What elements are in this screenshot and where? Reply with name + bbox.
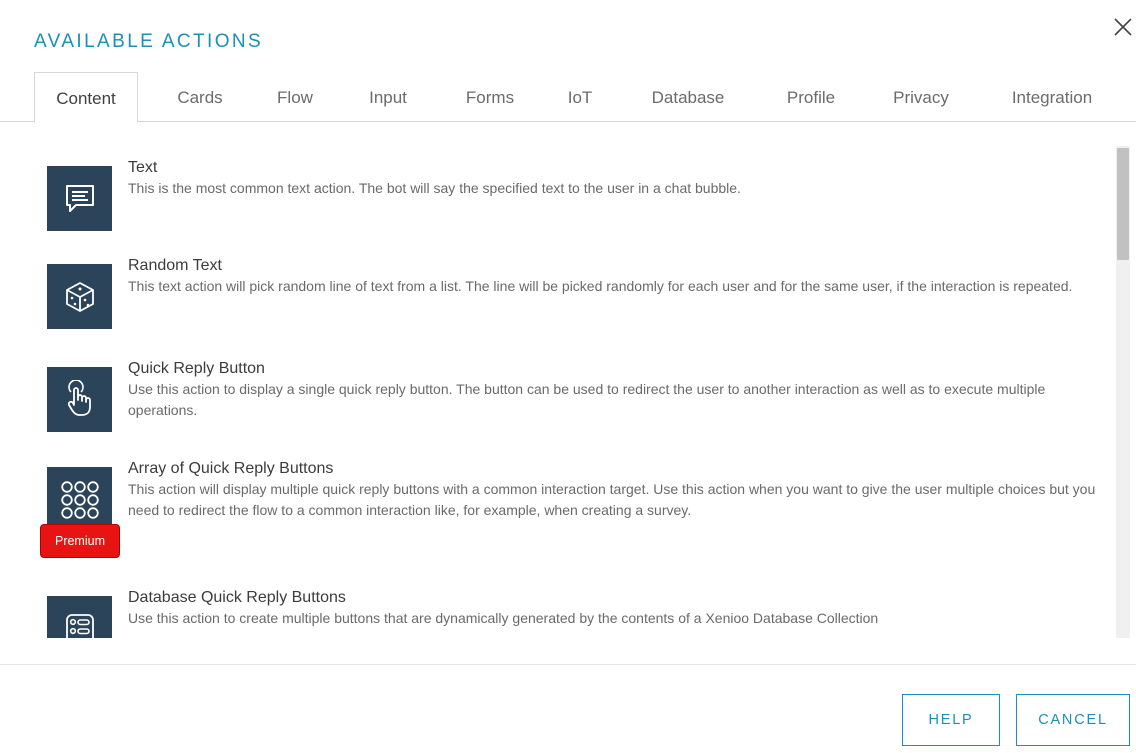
action-description: This action will display multiple quick … bbox=[128, 481, 1096, 518]
action-description: Use this action to create multiple butto… bbox=[128, 610, 879, 626]
chat-bubble-text-icon bbox=[47, 166, 112, 231]
database-buttons-icon bbox=[47, 596, 112, 638]
cancel-button[interactable]: CANCEL bbox=[1016, 694, 1130, 746]
tab-bar: Content Cards Flow Input Forms IoT Datab… bbox=[0, 72, 1136, 123]
premium-badge: Premium bbox=[40, 524, 120, 558]
tab-integration[interactable]: Integration bbox=[990, 72, 1114, 122]
tap-hand-icon bbox=[47, 367, 112, 432]
action-title: Random Text bbox=[128, 257, 222, 274]
tab-forms[interactable]: Forms bbox=[448, 72, 532, 122]
tab-privacy[interactable]: Privacy bbox=[876, 72, 966, 122]
action-description: Use this action to display a single quic… bbox=[128, 381, 1046, 418]
footer-divider bbox=[0, 664, 1136, 665]
scrollbar-thumb[interactable] bbox=[1117, 148, 1129, 260]
tab-profile[interactable]: Profile bbox=[766, 72, 856, 122]
dot-grid-icon bbox=[47, 467, 112, 532]
list-scrollbar[interactable] bbox=[1116, 146, 1130, 638]
close-button[interactable] bbox=[1112, 16, 1134, 38]
tab-content[interactable]: Content bbox=[34, 72, 138, 123]
action-description: This text action will pick random line o… bbox=[128, 278, 1073, 294]
dice-icon bbox=[47, 264, 112, 329]
close-icon bbox=[1114, 18, 1132, 36]
dialog-title: AVAILABLE ACTIONS bbox=[34, 31, 264, 52]
action-title: Text bbox=[128, 159, 158, 176]
tab-input[interactable]: Input bbox=[350, 72, 426, 122]
action-title: Quick Reply Button bbox=[128, 360, 265, 377]
tab-cards[interactable]: Cards bbox=[160, 72, 240, 122]
help-button[interactable]: HELP bbox=[902, 694, 1000, 746]
tab-database[interactable]: Database bbox=[630, 72, 746, 122]
actions-list: Text This is the most common text action… bbox=[0, 146, 1116, 638]
action-title: Array of Quick Reply Buttons bbox=[128, 460, 334, 477]
action-title: Database Quick Reply Buttons bbox=[128, 589, 346, 606]
tab-iot[interactable]: IoT bbox=[552, 72, 608, 122]
action-description: This is the most common text action. The… bbox=[128, 180, 741, 196]
tab-flow[interactable]: Flow bbox=[262, 72, 328, 122]
